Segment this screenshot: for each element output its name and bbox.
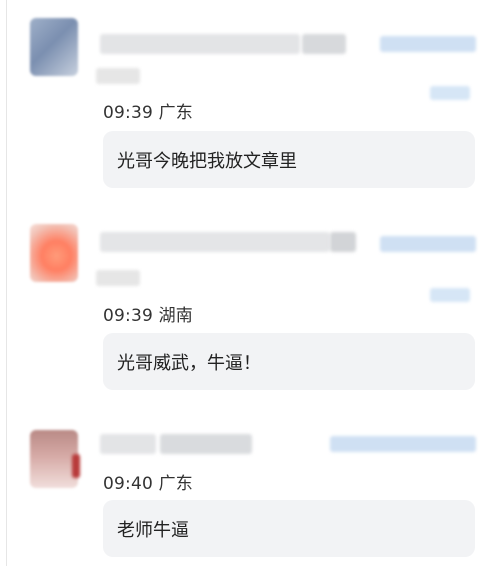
comment-location: 广东 [158, 103, 194, 123]
user-avatar-redacted[interactable] [30, 18, 78, 76]
actions-redacted[interactable] [330, 436, 476, 452]
comment-time: 09:39 [103, 306, 153, 326]
username-redacted[interactable] [100, 434, 156, 454]
like-redacted[interactable] [430, 86, 470, 100]
user-avatar-redacted[interactable] [30, 430, 78, 488]
comment-time: 09:40 [103, 474, 153, 494]
actions-redacted[interactable] [380, 236, 476, 252]
comment-bubble[interactable]: 光哥威武，牛逼！ [103, 333, 475, 390]
comment-meta: 09:40 广东 [103, 469, 193, 494]
comment-bubble[interactable]: 光哥今晚把我放文章里 [103, 131, 475, 188]
username-redacted-tail [330, 232, 356, 252]
comment-text: 光哥威武，牛逼！ [117, 352, 261, 374]
comment-meta: 09:39 湖南 [103, 301, 193, 326]
username-redacted-tail [302, 34, 346, 54]
comment-location: 湖南 [158, 306, 194, 326]
comment-time: 09:39 [103, 103, 153, 123]
actions-redacted[interactable] [380, 36, 476, 52]
comment-location: 广东 [158, 474, 194, 494]
comment-text: 老师牛逼 [117, 519, 189, 541]
username-redacted[interactable] [100, 232, 330, 252]
avatar-badge-redacted [72, 454, 80, 478]
thread-left-rule [6, 0, 7, 566]
comment-meta: 09:39 广东 [103, 98, 193, 123]
badge-redacted [96, 270, 140, 286]
comment-text: 光哥今晚把我放文章里 [117, 150, 297, 172]
comment-bubble[interactable]: 老师牛逼 [103, 500, 475, 557]
like-redacted[interactable] [430, 288, 470, 302]
username-redacted-tail [160, 434, 252, 454]
user-avatar-redacted[interactable] [30, 224, 78, 282]
badge-redacted [96, 68, 140, 84]
username-redacted[interactable] [100, 34, 300, 54]
